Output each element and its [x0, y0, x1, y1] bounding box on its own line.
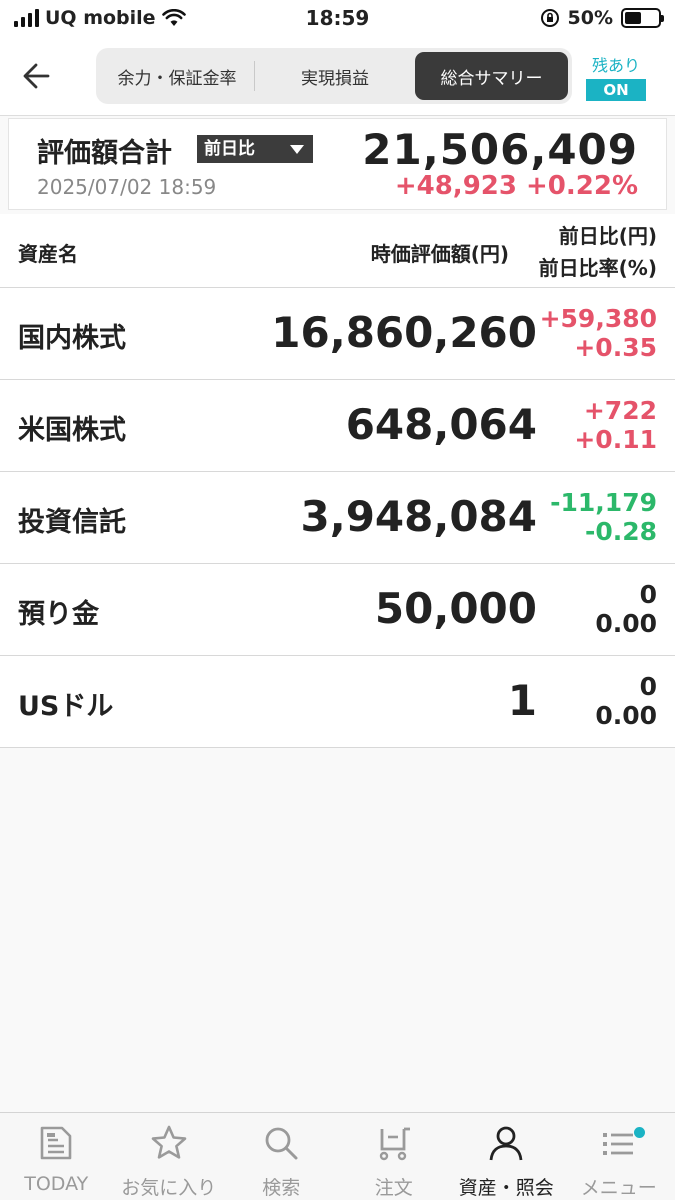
back-arrow-icon[interactable]	[18, 56, 58, 96]
notification-dot	[634, 1127, 645, 1138]
col-market-value: 時価評価額(円)	[370, 242, 509, 266]
asset-name: USドル	[18, 691, 114, 722]
col-change-rate: 前日比率(%)	[538, 256, 657, 280]
tab-search[interactable]: 検索	[225, 1113, 338, 1200]
col-change: 前日比(円) 前日比率(%)	[539, 220, 657, 284]
tab-label: お気に入り	[121, 1177, 217, 1199]
asset-change: 0 0.00	[595, 580, 657, 638]
battery-icon	[621, 8, 664, 28]
tab-label: TODAY	[24, 1173, 89, 1195]
asset-change-yen: +722	[583, 396, 657, 425]
segment-control: 余力・保証金率 実現損益 総合サマリー	[96, 48, 572, 104]
asset-change-rate: -0.28	[584, 517, 657, 546]
asset-name: 国内株式	[18, 323, 126, 354]
asset-change-yen: 0	[639, 580, 657, 609]
orientation-lock-icon	[540, 9, 559, 27]
table-header: 資産名 時価評価額(円) 前日比(円) 前日比率(%)	[0, 214, 675, 288]
remaining-label: 残あり	[591, 56, 640, 75]
tab-summary[interactable]: 総合サマリー	[415, 52, 568, 100]
tab-realized-pl[interactable]: 実現損益	[255, 52, 415, 100]
news-icon	[40, 1126, 72, 1160]
col-asset-name: 資産名	[18, 242, 78, 266]
asset-change-rate: +0.35	[574, 333, 657, 362]
tab-assets[interactable]: 資産・照会	[450, 1113, 563, 1200]
compare-dropdown-label: 前日比	[204, 139, 255, 159]
nav-header: 余力・保証金率 実現損益 総合サマリー 残あり ON	[0, 38, 675, 116]
tab-label: 注文	[374, 1177, 413, 1199]
battery-percent: 50%	[567, 7, 613, 29]
remaining-toggle[interactable]: 残あり ON	[586, 52, 646, 101]
asset-change-yen: +59,380	[539, 304, 657, 333]
tab-margin[interactable]: 余力・保証金率	[100, 61, 255, 91]
remaining-on-badge[interactable]: ON	[586, 79, 646, 101]
table-row[interactable]: 米国株式 648,064 +722 +0.11	[0, 380, 675, 472]
cart-icon	[379, 1127, 410, 1161]
col-change-yen: 前日比(円)	[558, 224, 657, 248]
asset-value: 648,064	[345, 400, 537, 449]
caret-down-icon	[290, 145, 304, 154]
tab-label: 検索	[262, 1177, 301, 1199]
asset-value: 50,000	[374, 584, 537, 633]
asset-change: -11,179 -0.28	[550, 488, 657, 546]
star-icon	[151, 1125, 187, 1159]
asset-change-yen: 0	[639, 672, 657, 701]
asset-change: 0 0.00	[595, 672, 657, 730]
compare-dropdown[interactable]: 前日比	[197, 135, 313, 163]
tab-bar: TODAY お気に入り 検索 注文 資産・照会 メニュー	[0, 1112, 675, 1200]
asset-change-yen: -11,179	[550, 488, 657, 517]
asset-change-rate: 0.00	[595, 701, 657, 730]
person-icon	[489, 1126, 523, 1161]
asset-change: +722 +0.11	[574, 396, 657, 454]
tab-today[interactable]: TODAY	[0, 1113, 113, 1200]
table-row[interactable]: USドル 1 0 0.00	[0, 656, 675, 748]
tab-menu[interactable]: メニュー	[563, 1113, 675, 1200]
asset-change-rate: +0.11	[574, 425, 657, 454]
asset-name: 投資信託	[18, 507, 126, 538]
table-row[interactable]: 国内株式 16,860,260 +59,380 +0.35	[0, 288, 675, 380]
summary-change: +48,923 +0.22%	[394, 171, 638, 201]
tab-label: メニュー	[580, 1177, 657, 1199]
asset-value: 16,860,260	[271, 308, 537, 357]
asset-name: 米国株式	[18, 415, 126, 446]
asset-value: 1	[507, 676, 537, 725]
asset-change-rate: 0.00	[595, 609, 657, 638]
summary-total: 21,506,409	[362, 125, 638, 174]
table-row[interactable]: 預り金 50,000 0 0.00	[0, 564, 675, 656]
status-bar: UQ mobile 18:59 50%	[0, 0, 675, 38]
tab-order[interactable]: 注文	[338, 1113, 451, 1200]
search-icon	[265, 1127, 298, 1160]
menu-icon	[602, 1133, 633, 1155]
asset-name: 預り金	[18, 599, 99, 630]
summary-date: 2025/07/02 18:59	[37, 175, 217, 199]
table-row[interactable]: 投資信託 3,948,084 -11,179 -0.28	[0, 472, 675, 564]
tab-favorites[interactable]: お気に入り	[113, 1113, 226, 1200]
asset-value: 3,948,084	[300, 492, 537, 541]
summary-title: 評価額合計	[37, 138, 172, 169]
tab-label: 資産・照会	[458, 1177, 554, 1199]
summary-card: 評価額合計 前日比 2025/07/02 18:59 21,506,409 +4…	[8, 118, 667, 210]
asset-change: +59,380 +0.35	[540, 304, 657, 362]
